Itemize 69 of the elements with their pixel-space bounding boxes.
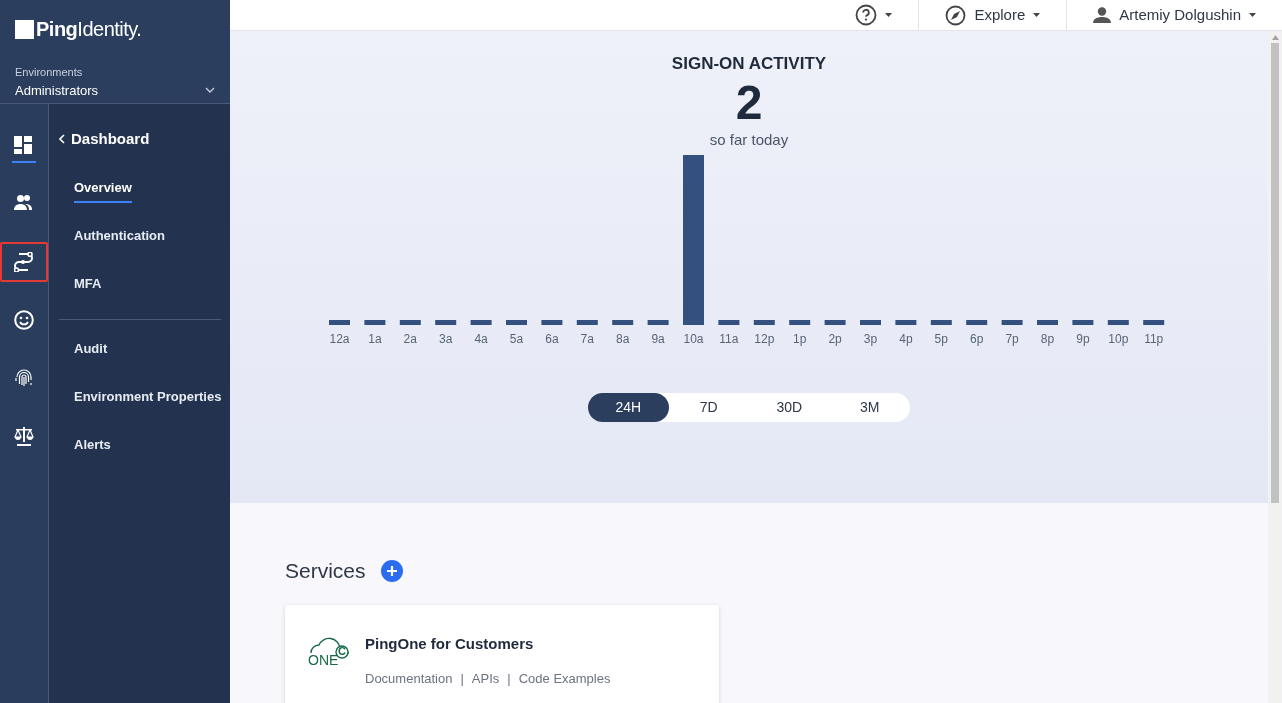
hour-label: 1a (368, 332, 382, 346)
hour-label: 5p (934, 332, 948, 346)
link-separator: | (507, 670, 511, 688)
fingerprint-icon (14, 368, 34, 388)
environment-label: Environments (15, 65, 84, 80)
explore-button[interactable]: Explore (933, 3, 1053, 27)
nav-link[interactable]: Overview (74, 178, 132, 203)
hour-label: 1p (793, 332, 807, 346)
hour-label: 12a (329, 332, 350, 346)
logo-square-icon (15, 19, 34, 39)
hour-label: 10p (1108, 332, 1129, 346)
back-link[interactable]: Dashboard (59, 128, 222, 151)
plus-icon (385, 564, 398, 577)
hour-label: 4a (474, 332, 488, 346)
hour-label: 9a (651, 332, 665, 346)
chevron-left-icon (59, 134, 65, 145)
hour-label: 5a (509, 332, 524, 346)
scrollbar-thumb[interactable] (1271, 43, 1279, 503)
count-caption: so far today (709, 129, 789, 150)
hour-label: 3p (863, 332, 878, 346)
nav-link[interactable]: Audit (74, 339, 108, 364)
chevron-down-icon (205, 87, 215, 94)
hour-label: 9p (1076, 332, 1090, 346)
grid-icon (14, 136, 34, 156)
section-title: Services (285, 558, 366, 584)
service-link[interactable]: Code Examples (518, 669, 611, 689)
hour-label: 3a (439, 332, 453, 346)
service-link[interactable]: Documentation (365, 669, 453, 689)
hour-label: 6p (970, 332, 984, 346)
section-title: SIGN-ON ACTIVITY (671, 53, 827, 75)
hour-label: 10a (683, 332, 704, 346)
sign-on-count: 2 (735, 76, 763, 129)
caret-icon (1033, 13, 1041, 17)
hour-label: 2p (828, 332, 842, 346)
hour-label: 2a (403, 332, 417, 346)
range-tab[interactable]: 7D (668, 393, 749, 422)
hour-label: 11p (1144, 332, 1164, 346)
link-separator: | (460, 670, 464, 688)
logo-text: PingIdentity. (36, 17, 142, 42)
nav-link[interactable]: Environment Properties (74, 387, 222, 412)
add-button[interactable] (380, 559, 403, 582)
hour-label: 11a (719, 332, 739, 346)
caret-icon (885, 13, 893, 17)
smiley-icon (14, 310, 34, 330)
compass-icon (945, 4, 967, 26)
connector-icon (14, 252, 34, 272)
hour-label: 7a (580, 332, 594, 346)
question-icon (855, 4, 878, 26)
nav-link[interactable]: Authentication (74, 226, 165, 251)
range-tab[interactable]: 24H (588, 393, 669, 422)
range-tab[interactable]: 3M (829, 393, 910, 422)
range-tab[interactable]: 30D (749, 393, 830, 422)
hour-label: 8a (616, 332, 630, 346)
hour-label: 6a (545, 332, 559, 346)
scrollbar[interactable] (1268, 31, 1282, 703)
user-menu-button[interactable]: Artemiy Dolgushin (1081, 3, 1268, 27)
hour-label: 4p (899, 332, 913, 346)
hour-label: 12p (754, 332, 775, 346)
caret-icon (1249, 13, 1256, 17)
nav-link[interactable]: MFA (74, 274, 102, 299)
hour-label: 7p (1005, 332, 1019, 346)
service-link[interactable]: APIs (471, 669, 500, 689)
person-icon (1093, 7, 1112, 23)
service-name: PingOne for Customers (365, 633, 535, 654)
scales-icon (14, 426, 34, 446)
hour-label: 8p (1040, 332, 1055, 346)
sidebar-icon-button[interactable] (0, 242, 48, 282)
nav-link[interactable]: Alerts (74, 435, 111, 460)
environment-dropdown[interactable]: Administrators (15, 80, 215, 100)
